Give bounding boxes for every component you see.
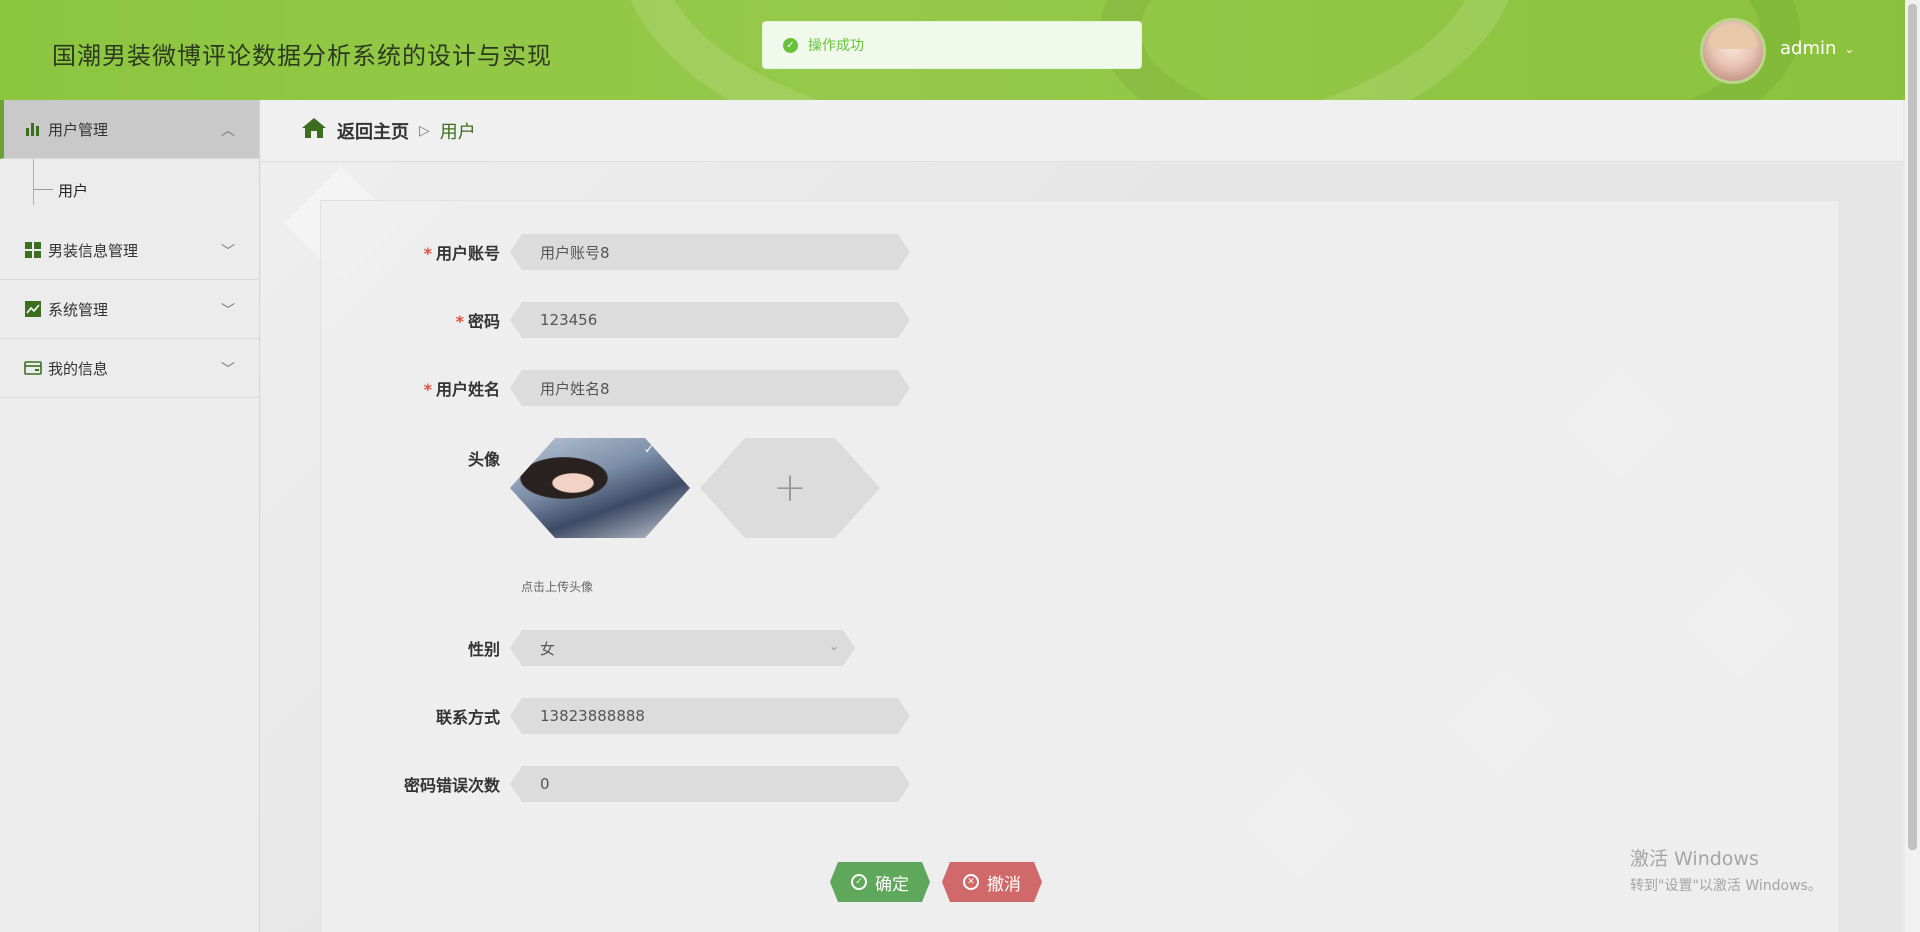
sidebar-item-system-management[interactable]: 系统管理 ﹀ xyxy=(0,280,259,339)
confirm-button-label: 确定 xyxy=(875,874,909,895)
header-decoration xyxy=(1100,0,1800,100)
field-label: * 密码 xyxy=(455,312,500,331)
breadcrumb-separator-icon: ▷ xyxy=(419,122,430,139)
form-row-password-errors: 密码错误次数 0 xyxy=(310,766,910,802)
top-header: 国潮男装微博评论数据分析系统的设计与实现 ✓ 操作成功 admin ⌄ xyxy=(0,0,1920,100)
chevron-down-icon: ﹀ xyxy=(221,303,235,319)
sidebar-item-user-management[interactable]: 用户管理 ︿ xyxy=(0,100,259,159)
watermark-line-1: 激活 Windows xyxy=(1630,848,1759,870)
field-label: 头像 xyxy=(467,450,500,469)
grid-icon xyxy=(24,241,42,259)
confirm-button[interactable]: ✓ 确定 xyxy=(830,862,930,902)
line-chart-icon xyxy=(24,300,42,318)
chevron-down-icon: ⌄ xyxy=(1844,41,1855,56)
avatar-preview-image[interactable]: ✓ xyxy=(510,438,690,538)
field-label: 性别 xyxy=(467,640,500,659)
cancel-button[interactable]: ✕ 撤消 xyxy=(942,862,1042,902)
windows-activation-watermark: 激活 Windows 转到"设置"以激活 Windows。 xyxy=(1630,844,1822,895)
form-row-password: * 密码 123456 xyxy=(310,302,910,338)
app-title: 国潮男装微博评论数据分析系统的设计与实现 xyxy=(52,42,552,70)
success-toast: ✓ 操作成功 xyxy=(762,21,1142,69)
close-circle-icon: ✕ xyxy=(963,874,979,890)
avatar-upload-button[interactable]: + xyxy=(700,438,880,538)
avatar-upload-hint: 点击上传头像 xyxy=(521,580,594,594)
sidebar-item-label: 系统管理 xyxy=(48,300,109,319)
sidebar-item-label: 我的信息 xyxy=(48,359,109,378)
avatar[interactable] xyxy=(1700,18,1766,84)
chevron-down-icon: ﹀ xyxy=(221,244,235,260)
breadcrumb-current: 用户 xyxy=(439,121,476,143)
check-circle-icon: ✓ xyxy=(783,37,798,53)
form-row-name: * 用户姓名 用户姓名8 xyxy=(310,370,910,406)
card-icon xyxy=(24,359,42,377)
field-label: * 用户姓名 xyxy=(423,380,500,399)
form-row-account: * 用户账号 用户账号8 xyxy=(310,234,910,270)
chevron-down-icon: ⌄ xyxy=(828,639,839,653)
bar-chart-icon xyxy=(24,120,42,138)
breadcrumb: 返回主页 ▷ 用户 xyxy=(261,100,1903,162)
sidebar-subitem-user[interactable]: 用户 xyxy=(0,159,259,221)
password-input[interactable]: 123456 xyxy=(510,302,910,338)
form-row-gender: 性别 女 ⌄ xyxy=(310,630,855,666)
sidebar-item-my-info[interactable]: 我的信息 ﹀ xyxy=(0,339,259,398)
phone-input[interactable]: 13823888888 xyxy=(510,698,910,734)
sidebar-item-menswear-management[interactable]: 男装信息管理 ﹀ xyxy=(0,221,259,280)
form-row-avatar: 头像 ✓ + xyxy=(310,438,880,538)
gender-select[interactable]: 女 ⌄ xyxy=(510,630,855,666)
user-menu[interactable]: admin ⌄ xyxy=(1780,38,1854,59)
toast-message: 操作成功 xyxy=(808,38,864,54)
chevron-down-icon: ﹀ xyxy=(221,362,235,378)
name-input[interactable]: 用户姓名8 xyxy=(510,370,910,406)
sidebar: 用户管理 ︿ 用户 男装信息管理 ﹀ 系统管理 ﹀ 我的信息 ﹀ xyxy=(0,100,260,932)
gender-select-value: 女 xyxy=(540,639,556,658)
account-input[interactable]: 用户账号8 xyxy=(510,234,910,270)
scrollbar-thumb[interactable] xyxy=(1908,4,1917,850)
check-icon: ✓ xyxy=(643,442,654,456)
watermark-line-2: 转到"设置"以激活 Windows。 xyxy=(1630,878,1822,894)
cancel-button-label: 撤消 xyxy=(987,874,1021,895)
password-errors-input[interactable]: 0 xyxy=(510,766,910,802)
breadcrumb-home-link[interactable]: 返回主页 xyxy=(337,118,409,144)
page-scrollbar[interactable] xyxy=(1905,0,1920,932)
field-label: * 用户账号 xyxy=(423,244,500,263)
field-label: 联系方式 xyxy=(435,708,500,727)
field-label: 密码错误次数 xyxy=(403,776,500,795)
username: admin xyxy=(1780,38,1837,59)
sidebar-item-label: 用户管理 xyxy=(48,120,109,139)
sidebar-subitem-label: 用户 xyxy=(58,181,89,200)
form-row-phone: 联系方式 13823888888 xyxy=(310,698,910,734)
chevron-up-icon: ︿ xyxy=(221,123,235,139)
check-circle-icon: ✓ xyxy=(851,874,867,890)
home-icon[interactable] xyxy=(301,117,327,145)
plus-icon: + xyxy=(773,465,807,511)
sidebar-item-label: 男装信息管理 xyxy=(48,241,139,260)
